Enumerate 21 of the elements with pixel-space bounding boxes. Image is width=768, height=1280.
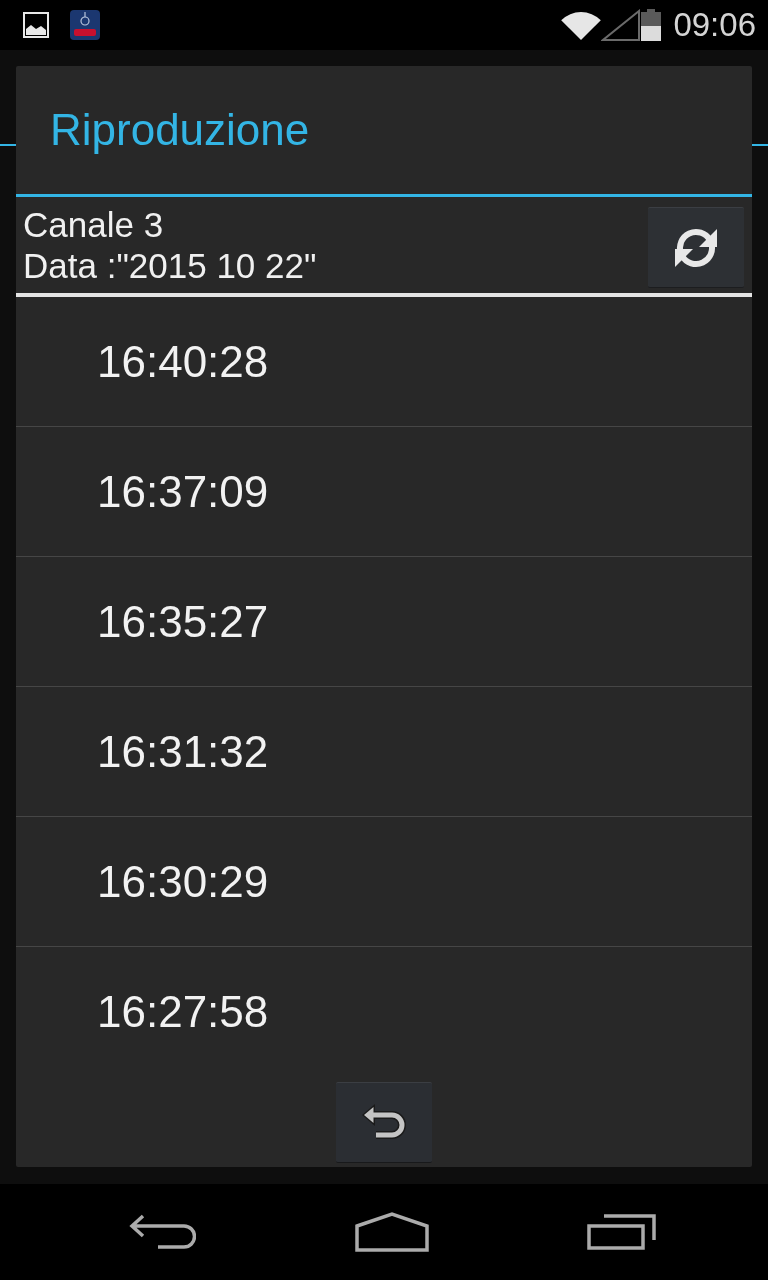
time-list-item[interactable]: 16:40:28 (16, 297, 752, 427)
back-button[interactable] (336, 1081, 432, 1163)
time-list-item[interactable]: 16:35:27 (16, 557, 752, 687)
signal-icon (601, 9, 642, 41)
time-list-item[interactable]: 16:27:58 (16, 947, 752, 1077)
refresh-button[interactable] (648, 207, 744, 288)
recents-icon (587, 1214, 657, 1250)
dialog-title: Riproduzione (50, 105, 310, 155)
image-icon (23, 12, 49, 38)
time-list-item[interactable]: 16:37:09 (16, 427, 752, 557)
time-list-item[interactable]: 16:30:29 (16, 817, 752, 947)
time-list-item[interactable]: 16:31:32 (16, 687, 752, 817)
battery-icon (641, 9, 662, 41)
app-icon (70, 10, 100, 40)
return-arrow-icon (360, 1102, 408, 1142)
channel-label: Canale 3 (23, 204, 165, 245)
home-icon (355, 1212, 429, 1252)
date-label: Data :"2015 10 22" (23, 245, 317, 286)
back-arrow-icon (128, 1214, 196, 1250)
wifi-icon (561, 9, 602, 41)
status-time: 09:06 (673, 6, 756, 44)
